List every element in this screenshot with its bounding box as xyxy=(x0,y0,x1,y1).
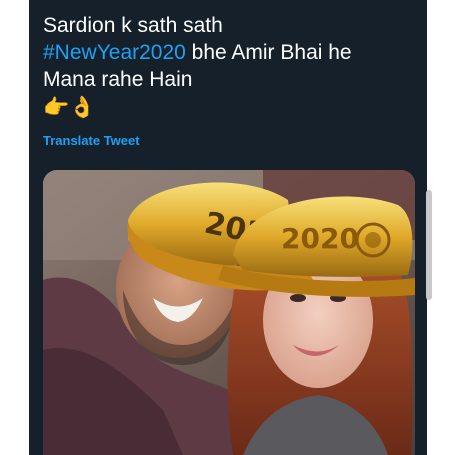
hat-text-right: 2020 xyxy=(281,222,359,255)
tweet-card: Sardion k sath sath #NewYear2020 bhe Ami… xyxy=(29,0,427,455)
hashtag-link[interactable]: #NewYear2020 xyxy=(43,41,186,64)
tweet-line-3: Mana rahe Hain xyxy=(43,68,193,91)
tweet-line-2-rest: bhe Amir Bhai he xyxy=(185,41,352,64)
tweet-line-1: Sardion k sath sath xyxy=(43,14,223,37)
emoji-row: 👉👌 xyxy=(43,94,413,121)
pointing-hand-emoji: 👉 xyxy=(43,96,70,119)
tweet-line-2: #NewYear2020 bhe Amir Bhai he xyxy=(43,39,413,66)
selfie-photo: 2020 2020 xyxy=(43,170,415,455)
ok-hand-emoji: 👌 xyxy=(69,96,96,119)
translate-tweet-link[interactable]: Translate Tweet xyxy=(43,133,140,148)
tweet-text: Sardion k sath sath #NewYear2020 bhe Ami… xyxy=(43,12,413,121)
scroll-handle[interactable] xyxy=(426,190,432,300)
tweet-photo[interactable]: 2020 2020 xyxy=(43,170,415,455)
